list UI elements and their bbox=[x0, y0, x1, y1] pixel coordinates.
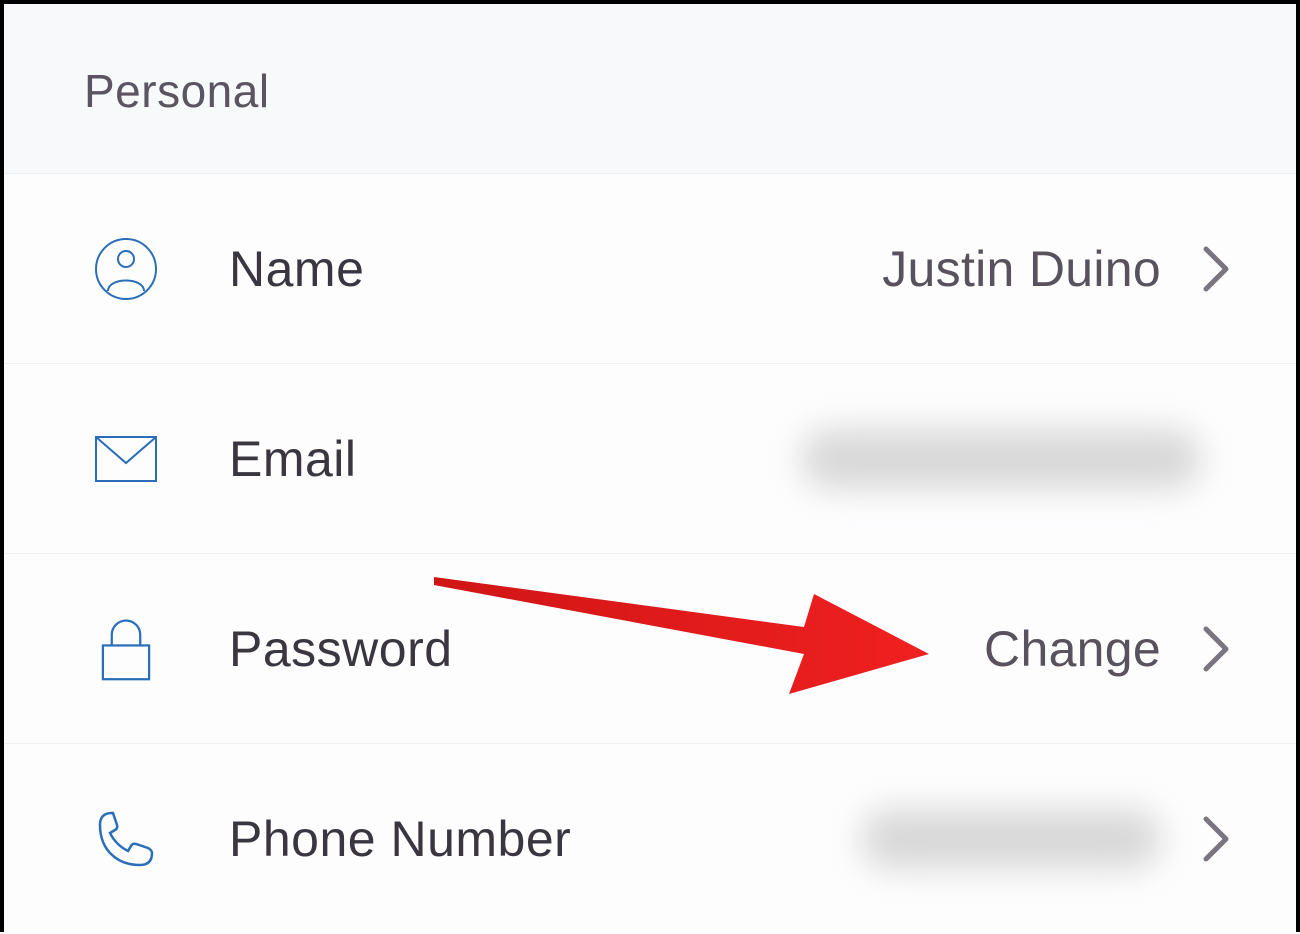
personal-settings-panel: Personal Name Justin Duino bbox=[4, 4, 1296, 928]
settings-list: Name Justin Duino Email bbox=[4, 174, 1296, 934]
section-title: Personal bbox=[84, 64, 1296, 118]
envelope-icon bbox=[94, 427, 174, 491]
list-item-value-redacted bbox=[801, 429, 1201, 489]
phone-icon bbox=[94, 807, 174, 871]
list-item-label: Phone Number bbox=[229, 810, 571, 868]
list-item-name[interactable]: Name Justin Duino bbox=[4, 174, 1296, 364]
list-item-label: Password bbox=[229, 620, 453, 678]
list-item-phone[interactable]: Phone Number bbox=[4, 744, 1296, 934]
chevron-right-icon bbox=[1196, 239, 1236, 299]
chevron-right-icon bbox=[1196, 809, 1236, 869]
list-item-value: Change bbox=[984, 620, 1161, 678]
lock-icon bbox=[94, 617, 174, 681]
list-item-label: Email bbox=[229, 430, 357, 488]
list-item-email[interactable]: Email bbox=[4, 364, 1296, 554]
list-item-value-redacted bbox=[861, 809, 1161, 869]
list-item-value: Justin Duino bbox=[882, 240, 1161, 298]
section-header: Personal bbox=[4, 4, 1296, 174]
list-item-password[interactable]: Password Change bbox=[4, 554, 1296, 744]
person-icon bbox=[94, 237, 174, 301]
list-item-label: Name bbox=[229, 240, 364, 298]
chevron-right-icon bbox=[1196, 619, 1236, 679]
